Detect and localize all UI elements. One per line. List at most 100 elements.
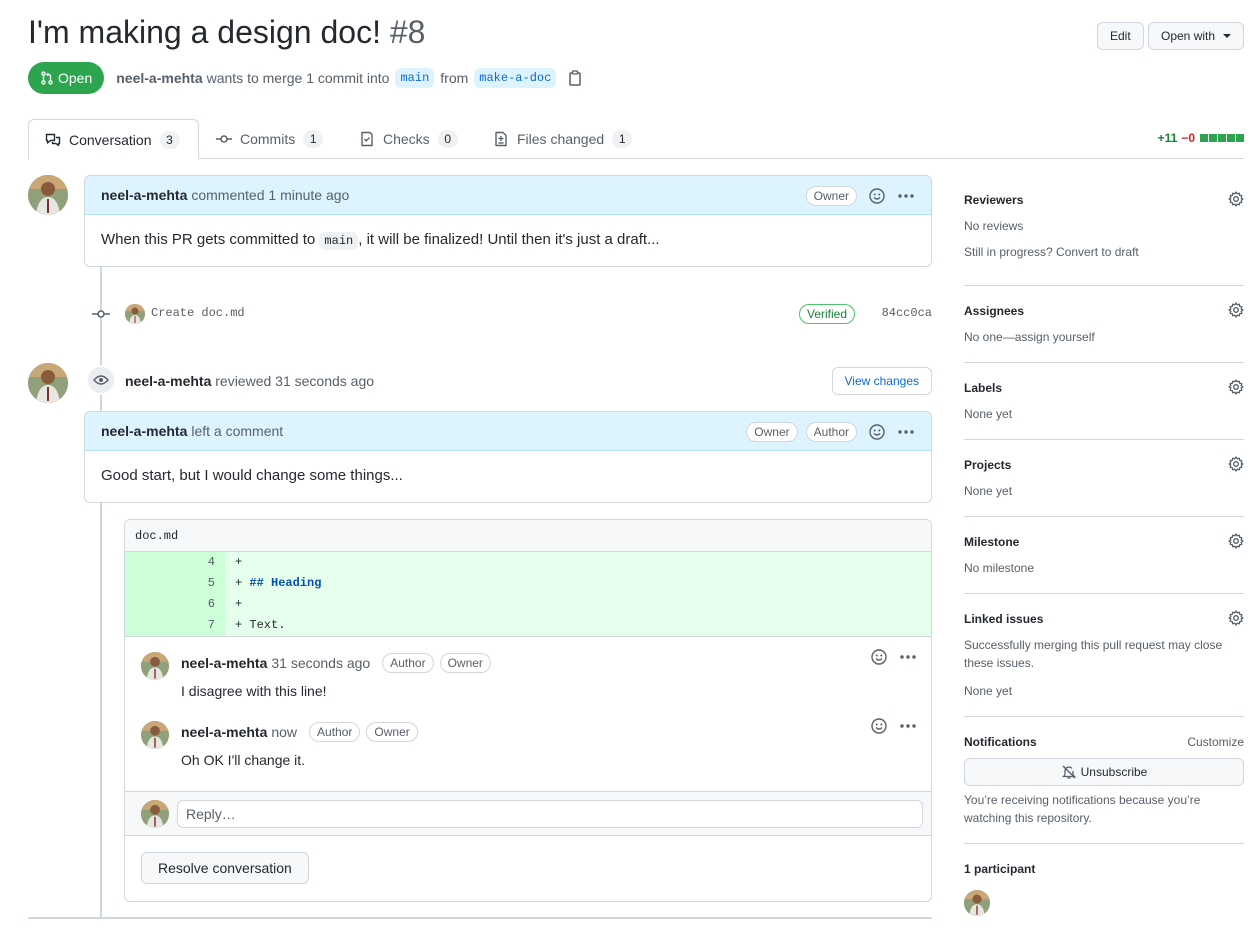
assign-yourself-link[interactable]: No one—assign yourself	[964, 328, 1095, 346]
state-badge: Open	[28, 62, 105, 94]
diff-code: +	[225, 552, 931, 573]
sidebar-title[interactable]: Assignees	[964, 304, 1024, 318]
view-changes-button[interactable]: View changes	[831, 367, 932, 395]
comment-time[interactable]: 31 seconds ago	[271, 655, 370, 671]
smiley-icon[interactable]	[869, 187, 885, 204]
unsubscribe-button[interactable]: Unsubscribe	[964, 758, 1244, 786]
smiley-icon[interactable]	[871, 649, 887, 665]
tab-counter: 0	[437, 130, 458, 148]
comment-discussion-icon	[45, 133, 61, 146]
comment-time[interactable]: now	[271, 724, 297, 740]
divider	[964, 516, 1244, 517]
comment-body: When this PR gets committed to main, it …	[85, 215, 931, 264]
comment-body: Good start, but I would change some thin…	[101, 467, 403, 484]
diff-line: 5 + ## Heading	[125, 573, 931, 594]
review-author[interactable]: neel-a-mehta	[125, 373, 211, 389]
comment-author[interactable]: neel-a-mehta	[101, 187, 187, 203]
gear-icon[interactable]	[1228, 533, 1244, 549]
avatar[interactable]	[28, 175, 68, 215]
inline-code: main	[319, 232, 359, 250]
participant-avatar[interactable]	[964, 890, 990, 916]
diffstat-block	[1200, 134, 1208, 142]
tab-commits[interactable]: Commits 1	[200, 119, 339, 159]
kebab-horizontal-icon[interactable]	[899, 654, 917, 660]
gear-icon[interactable]	[1228, 610, 1244, 626]
diff-code: +	[225, 594, 931, 615]
head-branch[interactable]: make-a-doc	[474, 68, 557, 88]
tab-conversation[interactable]: Conversation 3	[28, 119, 199, 160]
sidebar-title[interactable]: Projects	[964, 458, 1011, 472]
sidebar-text: Successfully merging this pull request m…	[964, 638, 1223, 652]
owner-badge: Owner	[805, 185, 857, 206]
diff-line: 7 + Text.	[125, 615, 931, 636]
comment-header: neel-a-mehta commented 1 minute ago Owne…	[85, 176, 931, 215]
diff-line: 4 +	[125, 552, 931, 573]
line-number[interactable]: 7	[125, 615, 225, 636]
copy-icon[interactable]	[568, 70, 582, 86]
open-with-button[interactable]: Open with	[1148, 22, 1244, 50]
diffstat-deletions: −0	[1181, 131, 1195, 145]
tab-files-changed[interactable]: Files changed 1	[477, 119, 648, 159]
gear-icon[interactable]	[1228, 302, 1244, 318]
line-number[interactable]: 5	[125, 573, 225, 594]
gear-icon[interactable]	[1228, 191, 1244, 207]
timeline-end-rule	[28, 917, 932, 919]
avatar[interactable]	[125, 304, 145, 324]
convert-to-draft-link[interactable]: Still in progress? Convert to draft	[964, 243, 1139, 261]
customize-link[interactable]: Customize	[1187, 735, 1244, 749]
resolve-conversation-button[interactable]: Resolve conversation	[141, 852, 309, 884]
sidebar-title[interactable]: Labels	[964, 381, 1002, 395]
comment-author[interactable]: neel-a-mehta	[181, 655, 267, 671]
sidebar-text: No milestone	[964, 561, 1035, 575]
kebab-horizontal-icon[interactable]	[897, 193, 915, 199]
open-with-label: Open with	[1161, 29, 1216, 43]
kebab-horizontal-icon[interactable]	[899, 723, 917, 729]
commit-sha-link[interactable]: 84cc0ca	[882, 306, 932, 320]
avatar[interactable]	[141, 800, 169, 828]
comment-author[interactable]: neel-a-mehta	[181, 724, 267, 740]
avatar[interactable]	[141, 721, 169, 749]
gear-icon[interactable]	[1228, 456, 1244, 472]
sidebar-title[interactable]: Linked issues	[964, 612, 1043, 626]
commit-message-link[interactable]: Create doc.md	[151, 306, 245, 320]
sidebar-title[interactable]: Milestone	[964, 535, 1019, 549]
comment-author[interactable]: neel-a-mehta	[101, 423, 187, 439]
comment-text: I disagree with this line!	[181, 683, 327, 699]
gear-icon[interactable]	[1228, 379, 1244, 395]
reply-input[interactable]: Reply…	[177, 800, 923, 828]
thread-comments: neel-a-mehta 31 seconds ago Author Owner…	[125, 636, 931, 791]
comment-text: , it will be finalized! Until then it's …	[358, 231, 660, 248]
caret-down-icon	[1223, 34, 1232, 38]
tab-counter: 1	[612, 130, 633, 148]
git-pull-request-icon	[41, 71, 53, 85]
tab-counter: 1	[303, 130, 324, 148]
tab-checks[interactable]: Checks 0	[343, 119, 474, 159]
verified-badge[interactable]: Verified	[799, 304, 856, 324]
review-thread: doc.md 4 + 5 + ## Heading 6 + 7 + Text. …	[124, 519, 932, 902]
pr-tabs: Conversation 3 Commits 1 Checks 0 Files …	[28, 119, 1244, 160]
line-number[interactable]: 6	[125, 594, 225, 615]
edit-button[interactable]: Edit	[1097, 22, 1144, 50]
sidebar-title[interactable]: Reviewers	[964, 193, 1023, 207]
unsubscribe-label: Unsubscribe	[1080, 765, 1148, 779]
divider	[964, 716, 1244, 717]
diff-heading: ## Heading	[249, 576, 322, 590]
state-label: Open	[58, 70, 93, 86]
line-number[interactable]: 4	[125, 552, 225, 573]
sidebar-text: these issues.	[964, 656, 1035, 670]
thread-file-name[interactable]: doc.md	[125, 520, 931, 552]
comment-actions	[859, 718, 917, 734]
comment-header: neel-a-mehta left a comment Owner Author	[85, 412, 931, 451]
avatar[interactable]	[141, 652, 169, 680]
sidebar-text: None yet	[964, 484, 1013, 498]
pr-author-link[interactable]: neel-a-mehta	[116, 70, 202, 86]
pr-state-row: Open neel-a-mehta wants to merge 1 commi…	[28, 62, 582, 94]
avatar[interactable]	[28, 363, 68, 403]
diffstat: +11 −0	[1158, 131, 1244, 145]
base-branch[interactable]: main	[395, 68, 435, 88]
smiley-icon[interactable]	[869, 423, 885, 440]
smiley-icon[interactable]	[871, 718, 887, 734]
tab-label: Conversation	[69, 131, 152, 148]
checklist-icon	[361, 131, 373, 147]
kebab-horizontal-icon[interactable]	[897, 429, 915, 435]
